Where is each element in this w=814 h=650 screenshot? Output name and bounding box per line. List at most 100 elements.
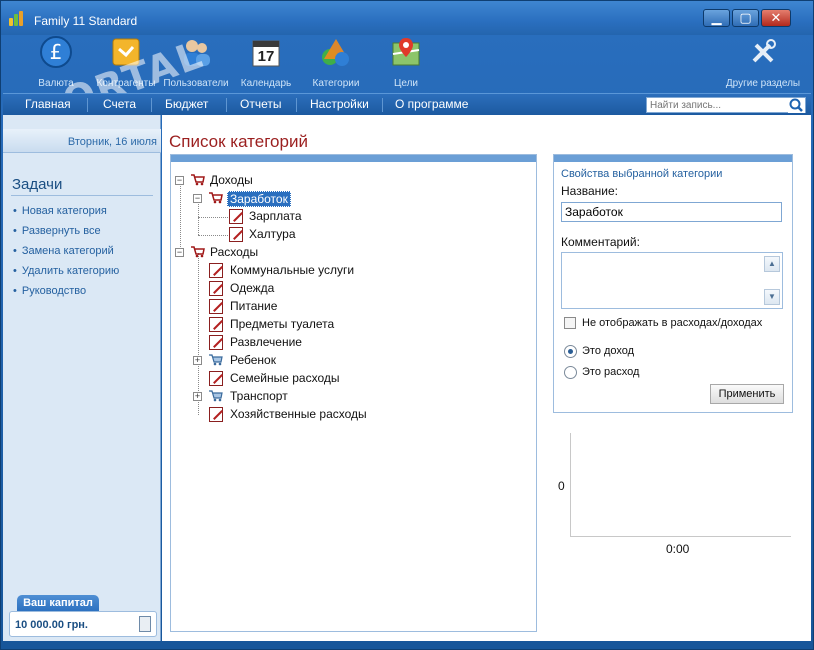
tree-label: Коммунальные услуги — [230, 263, 355, 277]
search-icon[interactable] — [788, 98, 805, 113]
search-box — [646, 97, 806, 113]
search-input[interactable] — [650, 99, 785, 112]
task-new-category[interactable]: Новая категория — [13, 205, 107, 217]
tree-label: Транспорт — [230, 389, 288, 403]
expand-icon[interactable]: + — [193, 392, 202, 401]
tree-node-household[interactable]: Хозяйственные расходы — [209, 406, 509, 424]
hide-checkbox[interactable] — [564, 317, 576, 329]
tree-header-bar — [171, 155, 536, 162]
toolbar-calendar[interactable]: 17 Календарь — [231, 35, 301, 89]
name-field[interactable] — [561, 202, 782, 222]
nav-home[interactable]: Главная — [25, 97, 71, 111]
income-radio[interactable] — [564, 345, 577, 358]
props-header-bar — [554, 155, 792, 162]
capital-box: 10 000.00 грн. — [9, 611, 157, 637]
chart-x-tick-label: 0:00 — [666, 542, 690, 556]
toolbar-contractors[interactable]: Контрагенты — [91, 35, 161, 89]
tree-label: Зарплата — [249, 209, 302, 223]
tree-label: Ребенок — [230, 353, 276, 367]
nav-divider — [382, 98, 383, 112]
tree-node-toiletries[interactable]: Предметы туалета — [209, 316, 509, 334]
tree-label: Питание — [230, 299, 278, 313]
toolbar-goals[interactable]: Цели — [371, 35, 441, 89]
tree-node-child[interactable]: + Ребенок — [193, 352, 493, 370]
nav-accounts[interactable]: Счета — [103, 97, 136, 111]
capital-value: 10 000.00 грн. — [15, 619, 88, 631]
tree-label: Доходы — [210, 173, 253, 187]
expand-icon[interactable]: + — [193, 356, 202, 365]
category-note-icon — [209, 335, 223, 350]
capital-label: Ваш капитал — [17, 595, 99, 612]
chart-y-axis — [570, 433, 571, 536]
category-tree: − Доходы − Заработок Зарплата Халтура − … — [170, 154, 537, 632]
toolbar: £ Валюта Контрагенты Пользователи 17 Кал… — [1, 32, 813, 159]
tree-label: Халтура — [249, 227, 296, 241]
toolbar-categories-label: Категории — [312, 78, 360, 89]
task-replace-categories[interactable]: Замена категорий — [13, 245, 114, 257]
svg-text:£: £ — [50, 40, 63, 64]
close-button[interactable]: ✕ — [761, 9, 791, 27]
sidebar: Вторник, 16 июля Задачи Новая категория … — [3, 115, 161, 641]
toolbar-other-sections-label: Другие разделы — [725, 78, 801, 89]
tree-node-family[interactable]: Семейные расходы — [209, 370, 509, 388]
tree-node-income[interactable]: − Доходы — [175, 172, 375, 190]
tree-node-salary[interactable]: Зарплата — [229, 208, 429, 226]
tree-node-clothes[interactable]: Одежда — [209, 280, 509, 298]
chart-y-tick-label: 0 — [558, 479, 565, 493]
nav-divider — [151, 98, 152, 112]
tree-node-food[interactable]: Питание — [209, 298, 509, 316]
toolbar-users[interactable]: Пользователи — [161, 35, 231, 89]
nav-about[interactable]: О программе — [395, 97, 468, 111]
tree-node-transport[interactable]: + Транспорт — [193, 388, 493, 406]
apply-button[interactable]: Применить — [710, 384, 784, 404]
tree-label: Одежда — [230, 281, 275, 295]
category-note-icon — [229, 227, 243, 242]
category-note-icon — [209, 371, 223, 386]
collapse-icon[interactable]: − — [175, 248, 184, 257]
currency-icon: £ — [39, 35, 73, 69]
calendar-day: 17 — [257, 48, 275, 65]
category-cart-icon — [209, 192, 223, 204]
nav-divider — [226, 98, 227, 112]
maximize-button[interactable]: ▢ — [732, 9, 759, 27]
expense-radio[interactable] — [564, 366, 577, 379]
tree-label-selected: Заработок — [227, 191, 291, 207]
tree-node-side-job[interactable]: Халтура — [229, 226, 429, 244]
toolbar-currency[interactable]: £ Валюта — [21, 35, 91, 89]
minimize-button[interactable]: ▁ — [703, 9, 730, 27]
task-delete-category[interactable]: Удалить категорию — [13, 265, 119, 277]
scroll-up-icon[interactable]: ▲ — [764, 256, 780, 272]
toolbar-contractors-label: Контрагенты — [96, 78, 156, 89]
summary-chart: 0 0:00 — [553, 433, 793, 563]
tree-node-expenses[interactable]: − Расходы — [175, 244, 375, 262]
category-cart-icon — [191, 246, 205, 258]
shopping-cart-icon — [209, 354, 223, 366]
current-date: Вторник, 16 июля — [67, 136, 157, 148]
name-label: Название: — [561, 184, 618, 198]
contacts-icon — [109, 35, 143, 69]
nav-settings[interactable]: Настройки — [310, 97, 369, 111]
category-note-icon — [209, 263, 223, 278]
collapse-icon[interactable]: − — [193, 194, 202, 203]
toolbar-categories[interactable]: Категории — [301, 35, 371, 89]
tree-node-entertainment[interactable]: Развлечение — [209, 334, 509, 352]
app-window: Family 11 Standard ▁ ▢ ✕ £ Валюта Контра… — [0, 0, 814, 650]
calendar-icon: 17 — [249, 35, 283, 69]
tasks-title: Задачи — [12, 176, 63, 193]
tools-icon — [746, 35, 780, 69]
tree-node-earnings[interactable]: − Заработок — [193, 190, 393, 208]
toolbar-other-sections[interactable]: Другие разделы — [719, 35, 807, 89]
scroll-down-icon[interactable]: ▼ — [764, 289, 780, 305]
comment-field[interactable]: ▲ ▼ — [561, 252, 783, 309]
task-manual[interactable]: Руководство — [13, 285, 86, 297]
task-expand-all[interactable]: Развернуть все — [13, 225, 101, 237]
income-radio-label: Это доход — [582, 345, 635, 357]
toolbar-currency-label: Валюта — [38, 78, 74, 89]
nav-budget[interactable]: Бюджет — [165, 97, 208, 111]
tree-node-utilities[interactable]: Коммунальные услуги — [209, 262, 509, 280]
nav-reports[interactable]: Отчеты — [240, 97, 281, 111]
collapse-icon[interactable]: − — [175, 176, 184, 185]
hide-checkbox-label: Не отображать в расходах/доходах — [582, 317, 763, 329]
calculator-icon[interactable] — [139, 616, 151, 632]
tree-label: Развлечение — [230, 335, 302, 349]
